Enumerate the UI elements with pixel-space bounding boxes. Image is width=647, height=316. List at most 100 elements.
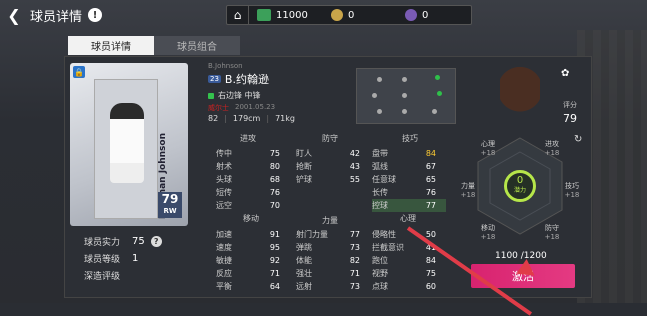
info-icon[interactable]: !: [88, 8, 103, 22]
player-number: 23: [208, 75, 221, 83]
stat-row: 视野 75: [372, 269, 436, 278]
hdr-skill: 技巧: [402, 134, 418, 143]
player-photo: [110, 103, 144, 183]
stat-row: 射门力量 77: [296, 230, 360, 239]
coin-value: 0: [348, 9, 355, 21]
stat-row: 体能 82: [296, 256, 360, 265]
stat-row: 跑位 84: [372, 256, 436, 265]
score-label: 评分: [563, 101, 577, 109]
pitch-dot: [402, 109, 407, 114]
cash-icon: [257, 9, 271, 21]
score-value: 79: [563, 112, 577, 125]
refresh-icon[interactable]: ↻: [574, 134, 586, 146]
stat-row: 点球 60: [372, 282, 436, 291]
strength-value: 75: [132, 236, 145, 247]
player-info: B.Johnson 23 B.约翰逊 右边锋 中锋 威尔士 2001.05.23: [208, 62, 358, 113]
birth-row: 威尔士 2001.05.23: [208, 103, 358, 113]
strength-label: 球员实力: [84, 238, 121, 248]
stat-row: 短传 76: [216, 188, 280, 197]
position-row: 右边锋 中锋: [208, 90, 358, 101]
level-row: 球员等级 1: [84, 250, 204, 267]
exp-text: 1100 /1200: [495, 251, 547, 261]
stat-row: 强壮 71: [296, 269, 360, 278]
stat-row: 射术 80: [216, 162, 280, 171]
cash-value: 11000: [276, 9, 308, 21]
stat-row: 加速 91: [216, 230, 280, 239]
stat-row: 远空 70: [216, 201, 280, 210]
height: 179cm: [232, 114, 261, 123]
pitch-dot: [402, 77, 407, 82]
player-face: [500, 66, 540, 124]
gem-icon: [405, 9, 417, 21]
club-badge-icon: ✿: [561, 68, 570, 79]
stat-row: 盘带 84: [372, 149, 436, 158]
potential-center[interactable]: 0 潜力: [504, 170, 536, 202]
physical-row: 82 | 179cm | 71kg: [208, 114, 295, 123]
level-label: 球员等级: [84, 255, 121, 265]
tab-player-combo[interactable]: 球员组合: [154, 36, 240, 55]
player-meta: 球员实力 75 ? 球员等级 1 深造评级: [84, 233, 204, 284]
pitch-dot: [377, 109, 382, 114]
radar-label: 进攻 +18: [544, 140, 560, 157]
player-card[interactable]: 🔒 Brennan Johnson 79 RW: [70, 63, 188, 226]
stat-row: 长传 76: [372, 188, 436, 197]
pitch-dot: [372, 93, 377, 98]
pitch-dot-active: [435, 75, 440, 80]
stat-row: 头球 68: [216, 175, 280, 184]
nation: 威尔士: [208, 104, 229, 112]
lock-icon[interactable]: 🔒: [73, 66, 85, 78]
radar-label: 力量 +18: [460, 182, 476, 199]
level-value: 1: [132, 253, 139, 264]
radar-label: 移动 +18: [480, 224, 496, 241]
tab-player-details[interactable]: 球员详情: [68, 36, 154, 55]
stat-row: 传中 75: [216, 149, 280, 158]
ovr-small: 82: [208, 114, 219, 123]
hdr-movement: 移动: [243, 214, 259, 223]
potential-radar: 心理 +18 进攻 +18 力量 +18 技巧 +18 移动 +18 防守 +18 0 潜力: [456, 128, 584, 246]
player-name-en: B.Johnson: [208, 62, 243, 70]
hdr-attack: 进攻: [240, 134, 256, 143]
coin-icon: [331, 9, 343, 21]
radar-label: 防守 +18: [544, 224, 560, 241]
pitch-dot: [377, 77, 382, 82]
hdr-power: 力量: [322, 216, 338, 225]
resource-bar: ⌂ 11000 0 0: [226, 5, 472, 25]
stat-row: 远射 73: [296, 282, 360, 291]
page-title: 球员详情: [30, 9, 83, 25]
stat-row: 铲球 55: [296, 175, 360, 184]
position-text: 右边锋 中锋: [218, 91, 261, 100]
weight: 71kg: [275, 114, 295, 123]
stat-row: 任意球 65: [372, 175, 436, 184]
radar-label: 技巧 +18: [564, 182, 580, 199]
player-name: B.约翰逊: [224, 73, 269, 86]
stat-row: 控球 77: [372, 199, 446, 212]
player-score: 评分 79: [556, 100, 584, 125]
deep-label: 深造评级: [84, 272, 121, 282]
card-rating-value: 79: [161, 192, 179, 206]
currency-coin[interactable]: 0: [323, 9, 397, 21]
stat-row: 弹跳 73: [296, 243, 360, 252]
back-arrow-icon[interactable]: ❮: [3, 4, 25, 26]
card-rating: 79 RW: [158, 192, 182, 218]
tab-bar: 球员详情 球员组合: [68, 36, 240, 55]
position-pitch: [356, 68, 456, 124]
currency-cash[interactable]: 11000: [249, 9, 323, 21]
help-icon[interactable]: ?: [150, 236, 162, 247]
hdr-defense: 防守: [322, 134, 338, 143]
deep-row: 深造评级: [84, 267, 204, 284]
home-icon[interactable]: ⌂: [227, 6, 249, 24]
gem-value: 0: [422, 9, 429, 21]
currency-gem[interactable]: 0: [397, 9, 471, 21]
hdr-mental: 心理: [400, 214, 416, 223]
radar-label: 心理 +18: [480, 140, 496, 157]
stat-row: 平衡 64: [216, 282, 280, 291]
stat-row: 速度 95: [216, 243, 280, 252]
stat-row: 弧线 67: [372, 162, 436, 171]
birthdate: 2001.05.23: [235, 103, 276, 111]
pitch-dot: [432, 109, 437, 114]
position-dot-icon: [208, 92, 214, 99]
strength-row: 球员实力 75 ?: [84, 233, 204, 250]
pitch-dot: [402, 93, 407, 98]
pitch-dot-active: [437, 91, 442, 96]
stat-row: 盯人 42: [296, 149, 360, 158]
